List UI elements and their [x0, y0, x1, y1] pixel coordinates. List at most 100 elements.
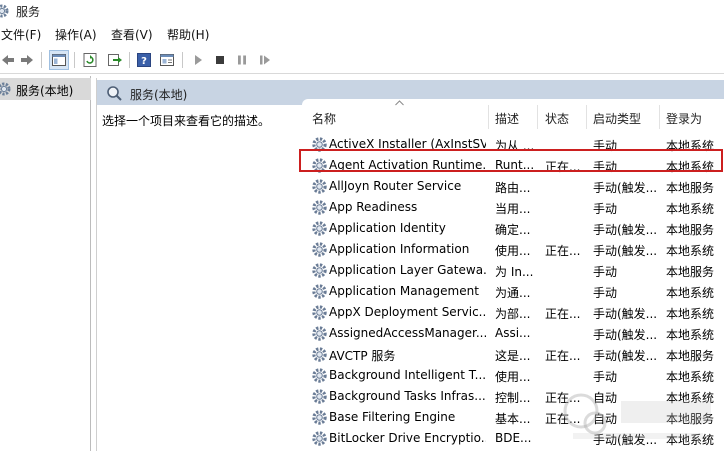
service-description: 确定...: [495, 223, 531, 237]
service-name: Agent Activation Runtime...: [329, 158, 486, 172]
stop-icon[interactable]: [210, 50, 230, 70]
service-logon-as: 本地系统: [666, 328, 715, 342]
toolbar-separator: [129, 52, 130, 68]
service-logon-as: 本地系统: [666, 160, 715, 174]
service-gear-icon: [311, 325, 328, 342]
service-row[interactable]: Application Identity 确定... 手动(触发... 本地服务: [302, 218, 724, 239]
service-startup-type: 手动(触发...: [593, 349, 657, 363]
column-header-startup-type[interactable]: 启动类型: [593, 110, 641, 127]
service-status: 正在...: [545, 160, 581, 174]
services-gear-icon: [0, 82, 11, 96]
service-description: 为部...: [495, 307, 531, 321]
service-name: AllJoyn Router Service: [329, 179, 462, 193]
service-gear-icon: [311, 157, 328, 174]
column-divider[interactable]: [488, 105, 489, 129]
export-icon[interactable]: [105, 50, 125, 70]
service-name: AppX Deployment Servic...: [329, 305, 486, 319]
menu-action[interactable]: 操作(A): [55, 26, 97, 43]
column-header-description[interactable]: 描述: [495, 110, 519, 127]
column-headers: 名称 描述 状态 启动类型 登录为: [302, 99, 724, 133]
service-name: Background Tasks Infras...: [329, 389, 486, 403]
service-startup-type: 手动: [593, 370, 618, 384]
service-gear-icon: [311, 304, 328, 321]
service-row[interactable]: AppX Deployment Servic... 为部... 正在... 手动(触发…: [302, 302, 724, 323]
menu-bar: 文件(F) 操作(A) 查看(V) 帮助(H): [0, 24, 724, 44]
service-name: Background Intelligent T...: [329, 368, 486, 382]
service-logon-as: 本地服务: [666, 181, 715, 195]
service-startup-type: 手动: [593, 286, 618, 300]
title-bar: 服务: [0, 0, 724, 22]
service-row[interactable]: App Readiness 当用... 手动 本地系统: [302, 197, 724, 218]
service-startup-type: 手动(触发...: [593, 244, 657, 258]
service-row[interactable]: Background Intelligent T... 使用... 手动 本地系统: [302, 365, 724, 386]
service-gear-icon: [311, 178, 328, 195]
back-icon[interactable]: [0, 50, 18, 70]
service-row[interactable]: Background Tasks Infras... 控制... 正在... 自动 本地…: [302, 386, 724, 407]
service-gear-icon: [311, 136, 328, 153]
toolbar: ?: [0, 46, 724, 74]
column-header-logon-as[interactable]: 登录为: [666, 110, 702, 127]
description-panel: 选择一个项目来查看它的描述。: [97, 105, 302, 451]
help-icon[interactable]: ?: [134, 50, 154, 70]
service-description: 路由...: [495, 181, 531, 195]
pause-icon[interactable]: [232, 50, 252, 70]
column-divider[interactable]: [537, 105, 538, 129]
service-description: 为 In...: [495, 265, 534, 279]
service-gear-icon: [311, 346, 328, 363]
search-gear-icon: [107, 86, 122, 101]
service-startup-type: 手动(触发...: [593, 433, 657, 447]
service-description: Assi...: [495, 326, 531, 340]
service-status: 正在...: [545, 349, 581, 363]
service-description: 基本...: [495, 412, 531, 426]
service-name: AssignedAccessManager...: [329, 326, 486, 340]
refresh-icon[interactable]: [80, 50, 100, 70]
service-logon-as: 本地系统: [666, 307, 715, 321]
service-description: 为通...: [495, 286, 531, 300]
tree-item-label: 服务(本地): [16, 84, 74, 98]
service-row[interactable]: Application Layer Gatewa... 为 In... 手动 本地服务: [302, 260, 724, 281]
service-description: Runt...: [495, 158, 535, 172]
service-startup-type: 手动: [593, 202, 618, 216]
service-logon-as: 本地系统: [666, 286, 715, 300]
services-gear-icon: [0, 4, 9, 18]
toolbar-separator: [182, 52, 183, 68]
service-row[interactable]: AVCTP 服务 这是... 正在... 手动(触发... 本地服务: [302, 344, 724, 365]
service-logon-as: 本地系统: [666, 433, 715, 447]
play-icon[interactable]: [188, 50, 208, 70]
service-row[interactable]: Agent Activation Runtime... Runt... 正在... 手…: [302, 155, 724, 176]
service-startup-type: 手动: [593, 265, 618, 279]
service-gear-icon: [311, 367, 328, 384]
service-row[interactable]: Application Management 为通... 手动 本地系统: [302, 281, 724, 302]
service-startup-type: 手动: [593, 160, 618, 174]
service-startup-type: 手动: [593, 139, 618, 153]
service-row[interactable]: AllJoyn Router Service 路由... 手动(触发... 本地服务: [302, 176, 724, 197]
service-row[interactable]: Application Information 使用... 正在... 手动(触发..…: [302, 239, 724, 260]
service-name: Application Information: [329, 242, 470, 256]
description-prompt: 选择一个项目来查看它的描述。: [102, 114, 271, 128]
service-row[interactable]: BitLocker Drive Encryptio... BDE... 手动(触发.…: [302, 428, 724, 449]
svg-text:?: ?: [141, 56, 147, 67]
service-description: BDE...: [495, 431, 532, 445]
properties-icon[interactable]: [157, 50, 177, 70]
service-gear-icon: [311, 430, 328, 447]
service-row[interactable]: ActiveX Installer (AxInstSV) 为从 ... 手动 本地系统: [302, 134, 724, 155]
console-tree-icon[interactable]: [49, 50, 69, 70]
service-startup-type: 手动(触发...: [593, 328, 657, 342]
column-header-name[interactable]: 名称: [312, 110, 336, 127]
service-row[interactable]: AssignedAccessManager... Assi... 手动(触发... 本…: [302, 323, 724, 344]
column-divider[interactable]: [586, 105, 587, 129]
service-name: AVCTP 服务: [329, 349, 396, 363]
menu-file[interactable]: 文件(F): [1, 26, 41, 43]
menu-view[interactable]: 查看(V): [111, 26, 153, 43]
forward-icon[interactable]: [17, 50, 37, 70]
menu-help[interactable]: 帮助(H): [167, 26, 209, 43]
column-divider[interactable]: [659, 105, 660, 129]
tree-item-services-local[interactable]: 服务(本地): [0, 78, 91, 100]
restart-icon[interactable]: [255, 50, 275, 70]
service-name: Application Management: [329, 284, 479, 298]
service-description: 这是...: [495, 349, 531, 363]
column-header-status[interactable]: 状态: [545, 110, 569, 127]
service-name: BitLocker Drive Encryptio...: [329, 431, 486, 445]
toolbar-separator: [74, 52, 75, 68]
service-row[interactable]: Base Filtering Engine 基本... 正在... 自动 本地服务: [302, 407, 724, 428]
